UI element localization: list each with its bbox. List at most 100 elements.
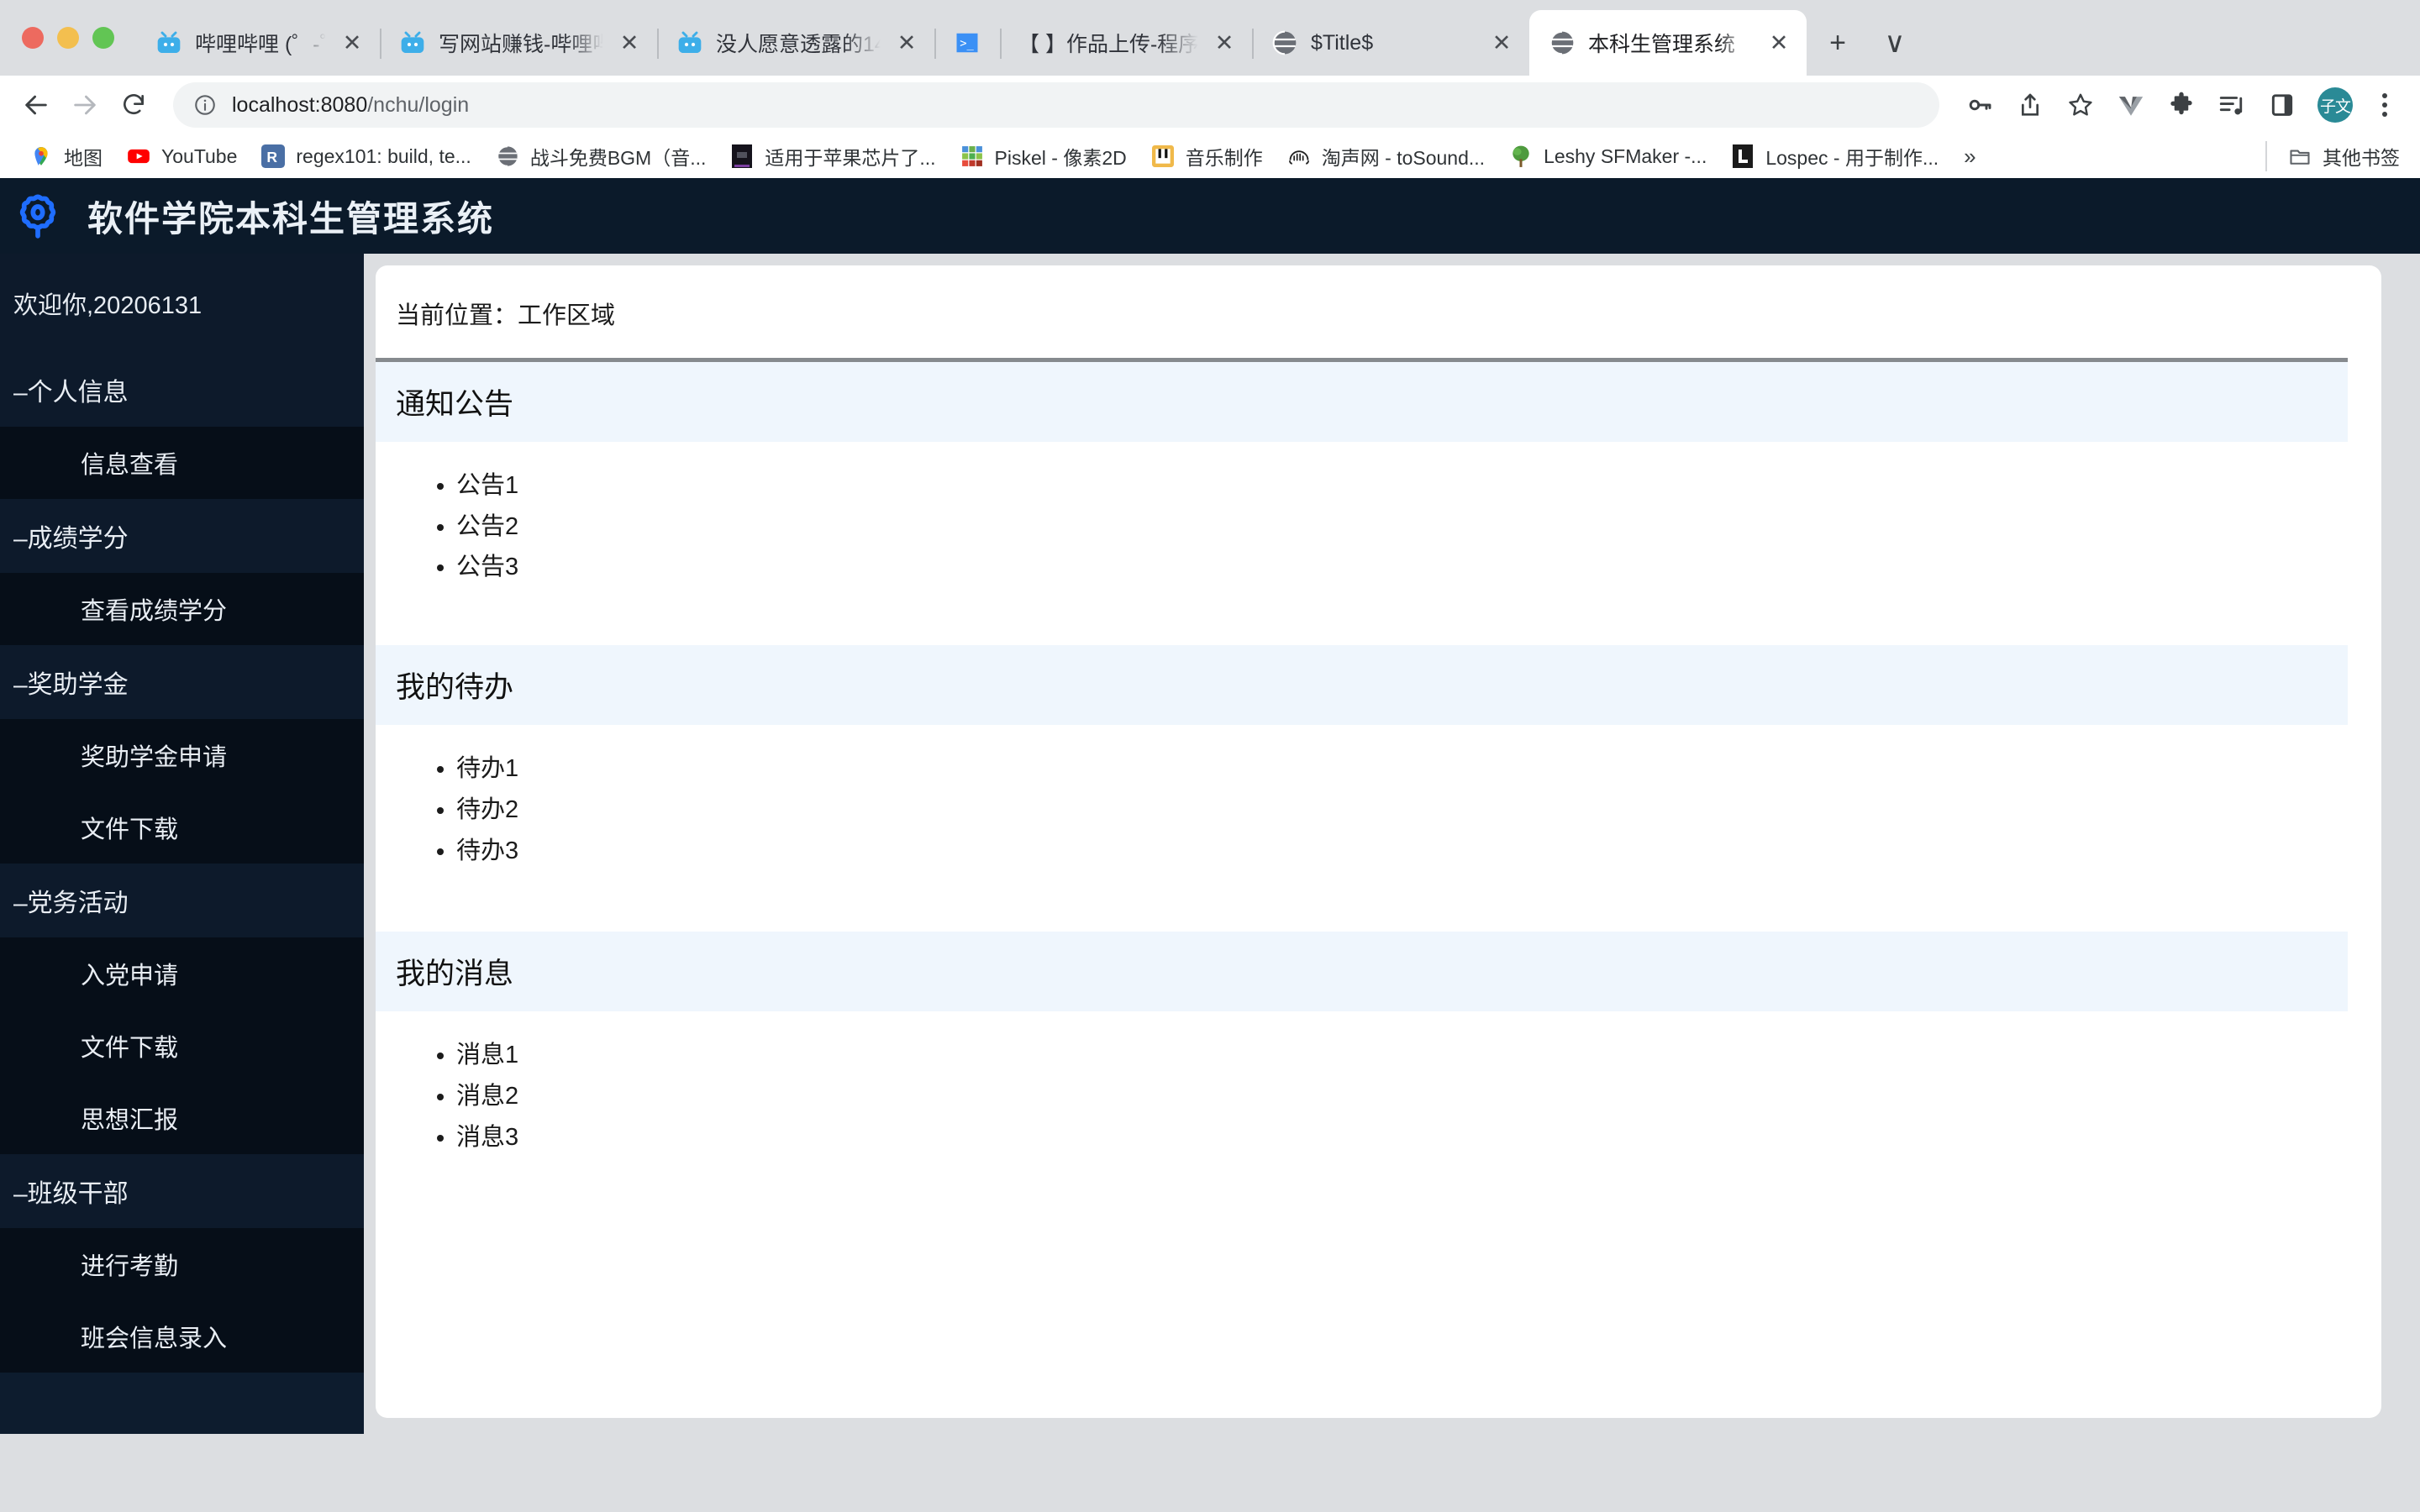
side-panel-icon[interactable] (2259, 81, 2306, 129)
address-bar[interactable]: localhost:8080/nchu/login (173, 82, 1939, 128)
sidebar-group-personal-info[interactable]: –个人信息 (0, 353, 364, 427)
browser-tab[interactable]: 写网站赚钱-哔哩哔哩_Bili ✕ (380, 10, 657, 76)
url-text: localhost:8080/nchu/login (232, 93, 469, 118)
bookmark-item[interactable]: Piskel - 像素2D (948, 138, 1139, 175)
browser-tab[interactable]: 没人愿意透露的14个接单赚 ✕ (657, 10, 934, 76)
sidebar-item-attendance[interactable]: 进行考勤 (0, 1228, 364, 1300)
bookmark-item[interactable]: 音乐制作 (1139, 138, 1275, 175)
close-window-button[interactable] (22, 27, 44, 49)
bookmark-label: 战斗免费BGM（音... (529, 147, 707, 169)
close-tab-button[interactable]: ✕ (1763, 27, 1795, 59)
share-icon[interactable] (2007, 81, 2054, 129)
piskel-icon (960, 144, 985, 169)
browser-tab[interactable]: $Title$ ✕ (1252, 10, 1529, 76)
sidebar-item-class-meeting-entry[interactable]: 班会信息录入 (0, 1300, 364, 1373)
bilibili-icon (676, 29, 704, 57)
browser-tab[interactable]: 哔哩哔哩 (゜-゜)つロ 干杯 ✕ (136, 10, 380, 76)
new-tab-button[interactable]: + (1815, 20, 1860, 66)
vue-devtools-icon[interactable] (2107, 81, 2154, 129)
sidebar-filler (0, 1373, 364, 1434)
close-tab-button[interactable]: ✕ (1208, 27, 1240, 59)
lospec-icon (1730, 144, 1755, 169)
todo-list: 待办1 待办2 待办3 (456, 748, 2348, 871)
tab-title: 写网站赚钱-哔哩哔哩_Bili (439, 33, 603, 56)
bookmark-star-icon[interactable] (2057, 81, 2104, 129)
maps-pin-icon (29, 144, 54, 169)
bookmark-label: regex101: build, te... (296, 144, 471, 167)
close-tab-button[interactable]: ✕ (336, 27, 368, 59)
sidebar-item-party-application[interactable]: 入党申请 (0, 937, 364, 1010)
sidebar-item-view-grades-credits[interactable]: 查看成绩学分 (0, 573, 364, 645)
bookmark-item[interactable]: 战斗免费BGM（音... (483, 138, 718, 175)
sidebar: 欢迎你,20206131 –个人信息 信息查看 –成绩学分 查看成绩学分 –奖助… (0, 254, 364, 1434)
back-button[interactable] (12, 81, 60, 129)
sidebar-group-class-officer[interactable]: –班级干部 (0, 1154, 364, 1228)
sidebar-group-grades-credits[interactable]: –成绩学分 (0, 499, 364, 573)
list-item[interactable]: 消息2 (456, 1076, 2348, 1117)
tab-search-chevron-down-icon[interactable]: ∨ (1872, 20, 1918, 66)
app-header: 软件学院本科生管理系统 (0, 178, 2420, 254)
info-circle-icon[interactable] (193, 93, 218, 117)
forward-button[interactable] (60, 81, 109, 129)
bookmark-item[interactable]: 地图 (17, 138, 114, 175)
close-tab-button[interactable]: ✕ (613, 27, 645, 59)
bookmarks-bar: 地图 YouTube R regex101: build, te... 战斗免费… (0, 134, 2420, 178)
sidebar-item-party-file-download[interactable]: 文件下载 (0, 1010, 364, 1082)
message-list: 消息1 消息2 消息3 (456, 1035, 2348, 1158)
content-card: 当前位置：工作区域 通知公告 公告1 公告2 公告3 我的待办 (376, 265, 2381, 1418)
list-item[interactable]: 公告1 (456, 465, 2348, 507)
close-tab-button[interactable]: ✕ (891, 27, 923, 59)
tab-title: 哔哩哔哩 (゜-゜)つロ 干杯 (195, 33, 326, 56)
section-body: 消息1 消息2 消息3 (376, 1011, 2348, 1178)
tab-strip: 哔哩哔哩 (゜-゜)つロ 干杯 ✕ 写网站赚钱-哔哩哔哩_Bili ✕ 没人愿意… (0, 0, 2420, 76)
bookmark-item[interactable]: YouTube (114, 138, 249, 175)
list-item[interactable]: 消息3 (456, 1117, 2348, 1158)
section-announcements: 通知公告 公告1 公告2 公告3 (376, 362, 2381, 608)
bookmark-item[interactable]: R regex101: build, te... (249, 138, 482, 175)
bookmark-label: 淘声网 - toSound... (1321, 147, 1486, 169)
bookmark-item[interactable]: Lospec - 用于制作... (1718, 138, 1950, 175)
tab-title: $Title$ (1311, 30, 1374, 55)
sidebar-item-view-info[interactable]: 信息查看 (0, 427, 364, 499)
browser-tab[interactable]: 【 】作品上传-程序 ✕ (1000, 10, 1252, 76)
sidebar-item-scholarship-apply[interactable]: 奖助学金申请 (0, 719, 364, 791)
announcement-list: 公告1 公告2 公告3 (456, 465, 2348, 588)
sidebar-group-party-activities[interactable]: –党务活动 (0, 864, 364, 937)
bookmark-item[interactable]: 淘声网 - toSound... (1275, 138, 1497, 175)
profile-avatar[interactable]: 子文 (2317, 87, 2353, 123)
section-body: 公告1 公告2 公告3 (376, 442, 2348, 608)
list-item[interactable]: 待办2 (456, 790, 2348, 831)
bookmark-item[interactable]: Leshy SFMaker -... (1497, 138, 1718, 175)
browser-tab-active[interactable]: 本科生管理系统 ✕ (1529, 10, 1807, 76)
browser-tab[interactable]: >_ (934, 10, 1000, 76)
bookmark-item[interactable]: 适用于苹果芯片了... (718, 138, 947, 175)
list-item[interactable]: 公告2 (456, 507, 2348, 548)
bookmarks-overflow-button[interactable]: » (1950, 144, 1989, 170)
minimize-window-button[interactable] (57, 27, 79, 49)
section-todos: 我的待办 待办1 待办2 待办3 (376, 645, 2381, 891)
media-playlist-icon[interactable] (2208, 81, 2255, 129)
browser-menu-button[interactable] (2365, 81, 2405, 129)
sidebar-item-thought-report[interactable]: 思想汇报 (0, 1082, 364, 1154)
bilibili-icon (155, 29, 183, 57)
password-key-icon[interactable] (1956, 81, 2003, 129)
folder-icon (2287, 144, 2312, 169)
bookmark-label: 音乐制作 (1185, 147, 1263, 169)
close-tab-button[interactable]: ✕ (1486, 27, 1518, 59)
list-item[interactable]: 待办3 (456, 831, 2348, 872)
reload-button[interactable] (109, 81, 158, 129)
sidebar-group-scholarship[interactable]: –奖助学金 (0, 645, 364, 719)
list-item[interactable]: 消息1 (456, 1035, 2348, 1076)
bookmark-label: 适用于苹果芯片了... (765, 147, 936, 169)
page-viewport: 软件学院本科生管理系统 欢迎你,20206131 –个人信息 信息查看 –成绩学… (0, 178, 2420, 1512)
section-title: 通知公告 (376, 362, 2348, 442)
maximize-window-button[interactable] (92, 27, 114, 49)
list-item[interactable]: 公告3 (456, 547, 2348, 588)
section-title: 我的待办 (376, 645, 2348, 726)
bookmark-label: Piskel - 像素2D (994, 147, 1127, 169)
list-item[interactable]: 待办1 (456, 748, 2348, 790)
other-bookmarks-folder[interactable]: 其他书签 (2275, 138, 2412, 175)
toolbar-actions: 子文 (1953, 81, 2405, 129)
extensions-puzzle-icon[interactable] (2158, 81, 2205, 129)
sidebar-item-scholarship-file-download[interactable]: 文件下载 (0, 791, 364, 864)
